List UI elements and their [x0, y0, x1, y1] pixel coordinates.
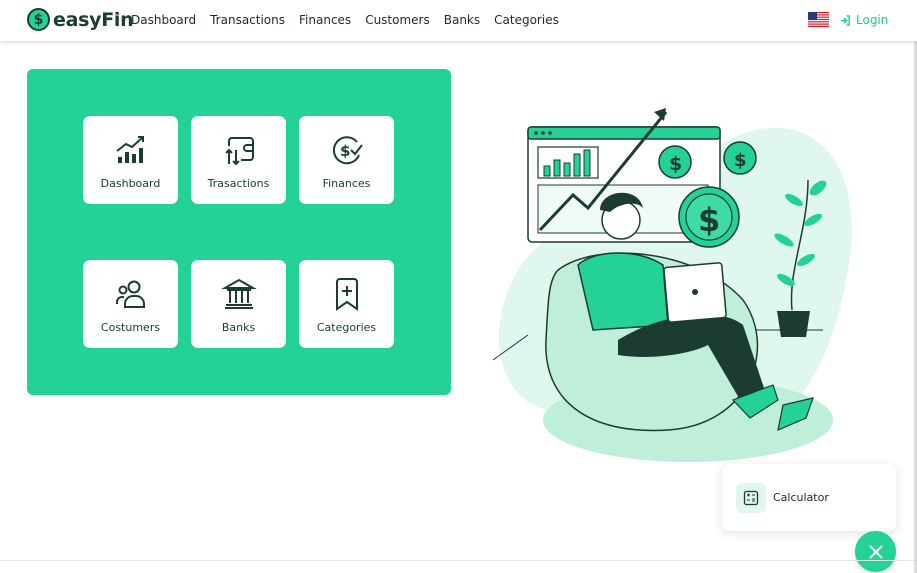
tile-finances[interactable]: $ Finances	[299, 116, 394, 204]
bank-icon	[220, 278, 257, 309]
us-flag-icon[interactable]	[808, 12, 829, 27]
nav-link-categories[interactable]: Categories	[494, 13, 559, 27]
login-label: Login	[856, 13, 889, 27]
finance-illustration: $ $ $	[492, 108, 852, 462]
login-button[interactable]: Login	[840, 13, 888, 27]
nav-links: Dashboard Transactions Finances Customer…	[131, 13, 573, 27]
calculator-shortcut[interactable]: Calculator	[722, 464, 896, 531]
brand-name: easyFin	[53, 8, 134, 31]
svg-text:$: $	[734, 150, 747, 171]
dollar-logo-icon: $	[27, 8, 50, 31]
users-icon	[115, 280, 145, 308]
tile-dashboard[interactable]: Dashboard	[83, 116, 178, 204]
tile-banks[interactable]: Banks	[191, 260, 286, 348]
close-fab-button[interactable]	[855, 531, 896, 572]
tile-categories[interactable]: Categories	[299, 260, 394, 348]
calculator-icon	[736, 482, 766, 513]
top-navbar: $ easyFin Dashboard Transactions Finance…	[0, 0, 917, 41]
svg-text:$: $	[669, 153, 682, 175]
nav-link-customers[interactable]: Customers	[365, 13, 430, 27]
tile-label: Categories	[316, 321, 377, 334]
svg-text:$: $	[340, 142, 350, 160]
svg-text:$: $	[698, 201, 720, 239]
tile-label: Dashboard	[100, 177, 161, 190]
nav-link-dashboard[interactable]: Dashboard	[131, 13, 196, 27]
bar-chart-up-icon	[115, 136, 144, 163]
tile-label: Costumers	[100, 321, 161, 334]
wallet-arrows-icon	[224, 137, 254, 166]
login-icon	[840, 14, 850, 26]
dollar-check-icon: $	[332, 136, 363, 165]
bookmark-plus-icon	[335, 278, 358, 311]
quick-links-panel: Dashboard Trasactions $ Finances Costume…	[27, 69, 451, 395]
tile-transactions[interactable]: Trasactions	[191, 116, 286, 204]
nav-link-banks[interactable]: Banks	[444, 13, 480, 27]
page-divider	[0, 560, 917, 561]
tile-costumers[interactable]: Costumers	[83, 260, 178, 348]
tile-label: Banks	[221, 321, 256, 334]
nav-link-transactions[interactable]: Transactions	[210, 13, 285, 27]
tile-label: Trasactions	[207, 177, 270, 190]
calculator-label: Calculator	[773, 491, 829, 504]
brand[interactable]: $ easyFin	[27, 8, 134, 31]
tile-label: Finances	[322, 177, 371, 190]
nav-link-finances[interactable]: Finances	[299, 13, 351, 27]
close-icon	[868, 544, 883, 559]
